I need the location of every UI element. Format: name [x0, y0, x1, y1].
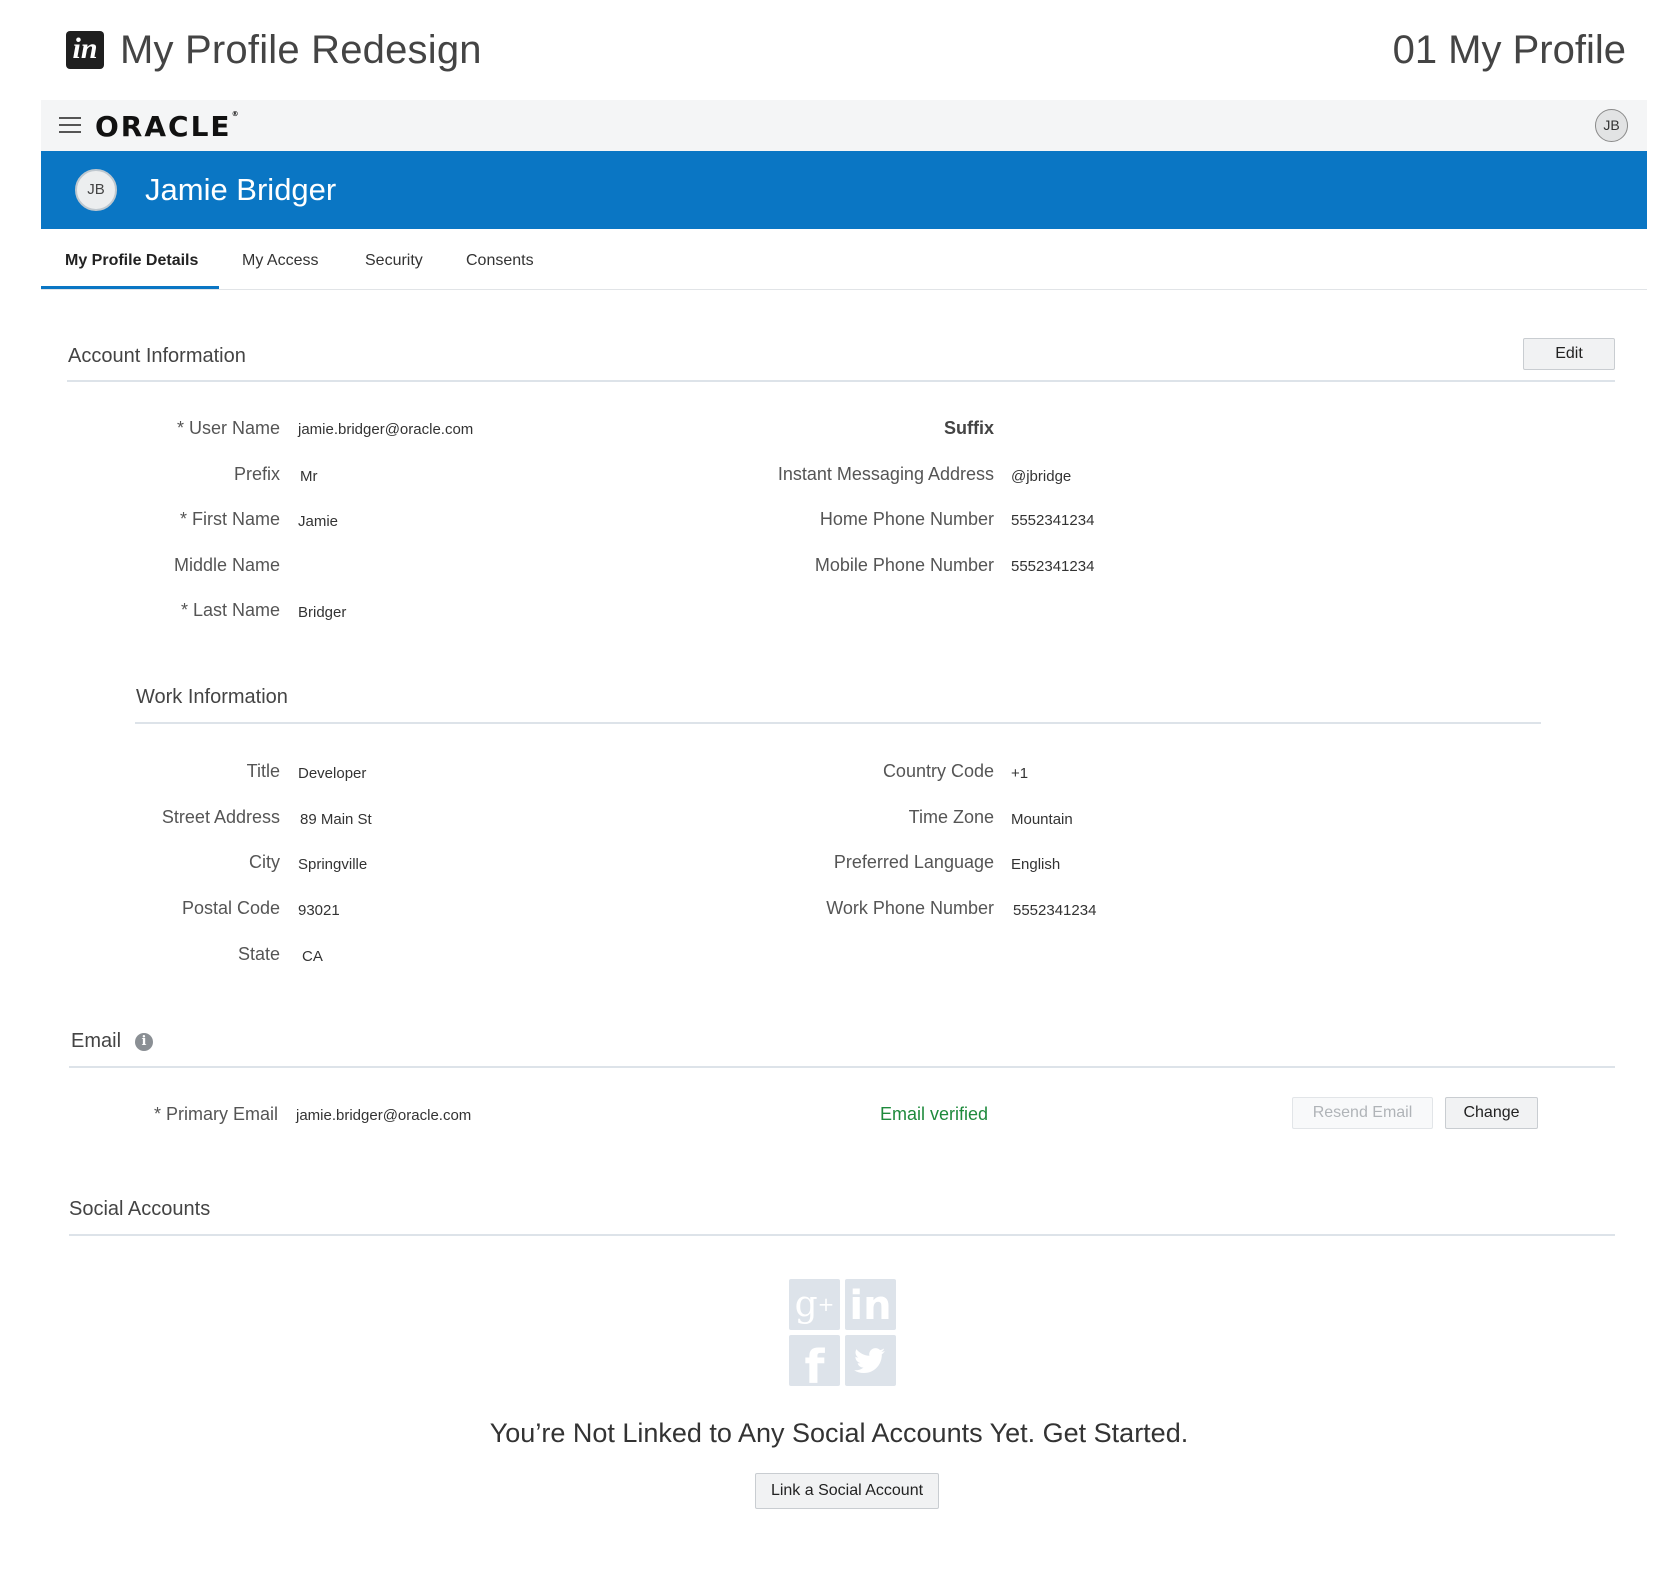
suffix-label: Suffix	[943, 418, 994, 438]
screen-name: 01 My Profile	[1392, 28, 1626, 72]
city-label: City	[249, 852, 280, 872]
prefix-label: Prefix	[233, 464, 280, 484]
email-verified-status: Email verified	[880, 1104, 989, 1124]
street-address-label: Street Address	[161, 807, 280, 827]
resend-email-button[interactable]: Resend Email	[1292, 1097, 1433, 1129]
social-section-title: Social Accounts	[69, 1198, 211, 1220]
state-value: CA	[302, 948, 323, 965]
edit-button[interactable]: Edit	[1523, 338, 1615, 370]
email-section-title: Email	[71, 1030, 122, 1052]
tab-consents[interactable]: Consents	[466, 252, 534, 270]
last-name-label: * Last Name	[180, 600, 280, 620]
last-name-value: Bridger	[298, 604, 347, 621]
tab-security[interactable]: Security	[365, 252, 423, 270]
account-divider	[67, 380, 1615, 382]
project-title: My Profile Redesign	[120, 28, 482, 72]
middle-name-label: Middle Name	[173, 555, 280, 575]
profile-tabs: My Profile Details My Access Security Co…	[41, 229, 1647, 290]
social-divider	[69, 1234, 1615, 1236]
info-icon[interactable]: i	[135, 1033, 153, 1051]
prefix-value: Mr	[300, 468, 318, 485]
city-value: Springville	[298, 856, 368, 873]
social-empty-message: You’re Not Linked to Any Social Accounts…	[489, 1418, 1189, 1448]
project-bar: in My Profile Redesign 01 My Profile	[0, 0, 1678, 100]
invision-logo-icon: in	[66, 31, 104, 69]
preferred-language-value: English	[1011, 856, 1061, 873]
oracle-logo: ORACLE®	[95, 110, 241, 143]
twitter-icon	[845, 1335, 896, 1386]
google-plus-icon: g+	[789, 1279, 840, 1330]
street-address-value: 89 Main St	[300, 811, 372, 828]
time-zone-value: Mountain	[1011, 811, 1073, 828]
change-email-button[interactable]: Change	[1445, 1097, 1538, 1129]
header-avatar[interactable]: JB	[1595, 109, 1628, 142]
account-section-title: Account Information	[68, 345, 246, 367]
first-name-label: * First Name	[179, 509, 280, 529]
tab-my-access[interactable]: My Access	[242, 252, 318, 270]
home-phone-value: 5552341234	[1011, 512, 1095, 529]
postal-code-label: Postal Code	[181, 898, 280, 918]
work-section-title: Work Information	[136, 686, 288, 708]
im-address-label: Instant Messaging Address	[777, 464, 994, 484]
work-phone-label: Work Phone Number	[826, 898, 994, 918]
banner-user-name: Jamie Bridger	[145, 172, 337, 207]
postal-code-value: 93021	[298, 902, 340, 919]
work-phone-value: 5552341234	[1013, 902, 1097, 919]
title-value: Developer	[298, 765, 367, 782]
time-zone-label: Time Zone	[908, 807, 994, 827]
primary-email-label: * Primary Email	[153, 1104, 278, 1124]
facebook-icon: f	[789, 1335, 840, 1386]
mobile-phone-label: Mobile Phone Number	[814, 555, 994, 575]
work-divider	[135, 722, 1541, 724]
linkedin-icon: in	[845, 1279, 896, 1330]
state-label: State	[237, 944, 280, 964]
country-code-value: +1	[1011, 765, 1029, 782]
im-address-value: @jbridge	[1011, 468, 1072, 485]
user-banner: JB Jamie Bridger	[41, 151, 1647, 229]
email-divider	[69, 1066, 1615, 1068]
user-name-value: jamie.bridger@oracle.com	[298, 421, 474, 438]
app-header: ORACLE® JB	[41, 100, 1647, 151]
user-name-label: * User Name	[176, 418, 280, 438]
banner-avatar: JB	[75, 169, 117, 211]
active-tab-indicator	[41, 286, 219, 289]
primary-email-value: jamie.bridger@oracle.com	[296, 1107, 472, 1124]
mobile-phone-value: 5552341234	[1011, 558, 1095, 575]
title-label: Title	[246, 761, 280, 781]
country-code-label: Country Code	[882, 761, 994, 781]
tab-my-profile-details[interactable]: My Profile Details	[65, 252, 198, 270]
hamburger-menu-icon[interactable]	[59, 117, 81, 133]
home-phone-label: Home Phone Number	[819, 509, 994, 529]
first-name-value: Jamie	[298, 513, 339, 530]
preferred-language-label: Preferred Language	[833, 852, 994, 872]
link-social-account-button[interactable]: Link a Social Account	[755, 1473, 939, 1509]
social-icons-grid: g+ in f	[789, 1279, 897, 1387]
